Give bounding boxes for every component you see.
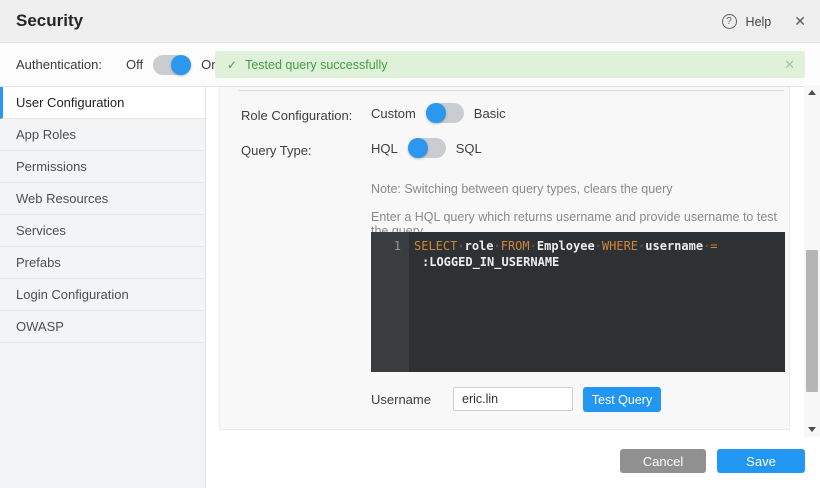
- role-configuration-toggle[interactable]: [426, 103, 464, 123]
- save-button[interactable]: Save: [717, 449, 805, 473]
- page-title: Security: [16, 11, 83, 31]
- code-token: SELECT: [414, 239, 457, 253]
- sidebar-item-login-configuration[interactable]: Login Configuration: [0, 279, 205, 311]
- auth-off-label: Off: [126, 57, 143, 72]
- header-controls: ? Help ✕: [722, 0, 806, 43]
- scrollbar-thumb[interactable]: [806, 250, 818, 392]
- banner-text: Tested query successfully: [245, 58, 387, 72]
- authentication-label: Authentication:: [16, 57, 102, 72]
- window-header: Security ? Help ✕: [0, 0, 820, 43]
- sidebar-item-app-roles[interactable]: App Roles: [0, 119, 205, 151]
- username-label: Username: [371, 392, 431, 407]
- code-token: ·: [530, 239, 537, 253]
- help-icon[interactable]: ?: [722, 14, 737, 29]
- editor-gutter: 1: [371, 232, 409, 372]
- cancel-button[interactable]: Cancel: [620, 449, 706, 473]
- code-token: Employee: [537, 239, 595, 253]
- role-basic-label: Basic: [474, 106, 506, 121]
- success-banner: ✓ Tested query successfully ✕: [215, 51, 805, 78]
- sidebar-item-user-configuration[interactable]: User Configuration: [0, 87, 205, 119]
- username-input[interactable]: [453, 387, 573, 411]
- query-sql-label: SQL: [456, 141, 482, 156]
- sidebar-item-prefabs[interactable]: Prefabs: [0, 247, 205, 279]
- role-configuration-label: Role Configuration:: [241, 108, 352, 123]
- query-hql-label: HQL: [371, 141, 398, 156]
- sidebar: User Configuration App Roles Permissions…: [0, 87, 206, 488]
- sidebar-item-web-resources[interactable]: Web Resources: [0, 183, 205, 215]
- query-code-editor[interactable]: 1 SELECT·role·FROM·Employee·WHERE·userna…: [371, 232, 785, 372]
- sidebar-item-owasp[interactable]: OWASP: [0, 311, 205, 343]
- code-lines[interactable]: SELECT·role·FROM·Employee·WHERE·username…: [409, 232, 785, 372]
- role-configuration-control: Custom Basic: [371, 103, 506, 123]
- test-query-button[interactable]: Test Query: [583, 387, 661, 412]
- code-token: ·: [457, 239, 464, 253]
- scroll-up-icon[interactable]: [808, 90, 816, 95]
- code-token: username: [645, 239, 703, 253]
- help-link[interactable]: Help: [746, 15, 772, 29]
- content-panel: Role Configuration: Custom Basic Query T…: [219, 87, 790, 430]
- role-custom-label: Custom: [371, 106, 416, 121]
- toggle-knob: [426, 103, 446, 123]
- code-token: ·: [494, 239, 501, 253]
- authentication-toggle[interactable]: [153, 55, 191, 75]
- close-icon[interactable]: ✕: [794, 13, 806, 30]
- query-type-toggle[interactable]: [408, 138, 446, 158]
- sidebar-item-permissions[interactable]: Permissions: [0, 151, 205, 183]
- code-token: ·: [595, 239, 602, 253]
- code-token: role: [465, 239, 494, 253]
- scroll-down-icon[interactable]: [808, 427, 816, 432]
- query-type-label: Query Type:: [241, 143, 312, 158]
- sidebar-item-services[interactable]: Services: [0, 215, 205, 247]
- code-token: FROM: [501, 239, 530, 253]
- query-type-control: HQL SQL: [371, 138, 482, 158]
- line-number: 1: [371, 238, 401, 254]
- check-icon: ✓: [227, 58, 237, 72]
- banner-close-icon[interactable]: ✕: [784, 57, 795, 73]
- toggle-knob: [408, 138, 428, 158]
- toggle-knob: [171, 55, 191, 75]
- query-note: Note: Switching between query types, cle…: [371, 182, 673, 196]
- code-token: :LOGGED_IN_USERNAME: [422, 255, 559, 269]
- code-token: =: [710, 239, 717, 253]
- section-divider: [239, 90, 784, 91]
- vertical-scrollbar[interactable]: [804, 85, 820, 437]
- code-token: WHERE: [602, 239, 638, 253]
